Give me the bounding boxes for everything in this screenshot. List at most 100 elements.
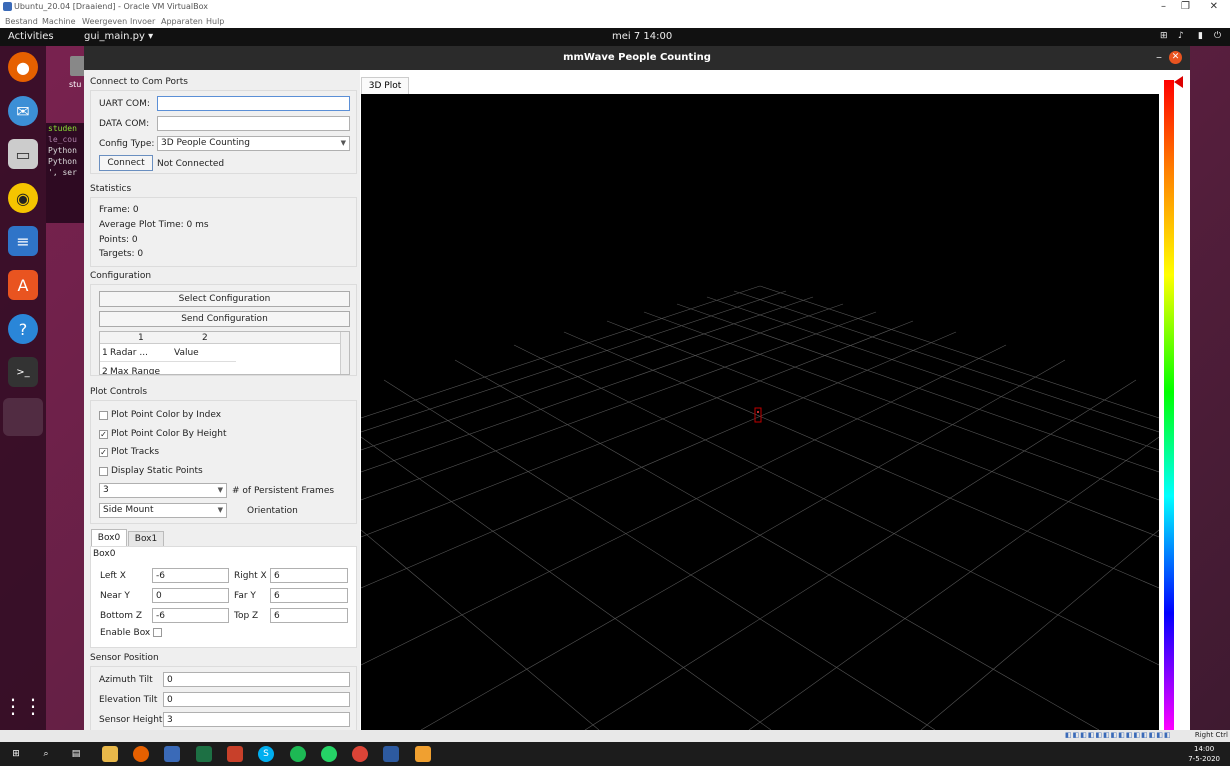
file-explorer-icon[interactable] <box>102 746 118 762</box>
persistent-frames-select[interactable]: 3 ▼ <box>99 483 227 498</box>
elevation-input[interactable] <box>163 692 350 707</box>
activities-button[interactable]: Activities <box>8 31 54 42</box>
clock[interactable]: mei 7 14:00 <box>612 31 672 42</box>
left-x-input[interactable] <box>152 568 229 583</box>
terminal-icon[interactable]: >_ <box>8 357 38 387</box>
volume-icon[interactable]: ♪ <box>1178 31 1184 41</box>
plot-controls-title: Plot Controls <box>90 387 148 397</box>
table-cell[interactable]: Radar ... <box>110 348 148 358</box>
device-status-icons[interactable]: ◧◧◧◧◧◧◧◧◧◧◧◧◧◧ <box>1065 731 1172 739</box>
menu-machine[interactable]: Machine <box>42 17 76 26</box>
enable-box-checkbox[interactable] <box>153 628 162 637</box>
taskbar-clock[interactable]: 14:00 7-5-2020 <box>1188 744 1220 764</box>
search-icon[interactable]: ⌕ <box>38 746 54 762</box>
static-points-checkbox[interactable] <box>99 467 108 476</box>
virtualbox-titlebar: Ubuntu_20.04 [Draaiend] - Oracle VM Virt… <box>0 0 1230 14</box>
select-config-button[interactable]: Select Configuration <box>99 291 350 307</box>
near-y-input[interactable] <box>152 588 229 603</box>
table-cell[interactable]: Value <box>174 348 199 358</box>
table-scrollbar[interactable] <box>340 332 349 374</box>
table-row[interactable]: 2 Max Range <box>100 363 236 375</box>
color-by-height-checkbox[interactable]: ✓ <box>99 430 108 439</box>
sensor-height-input[interactable] <box>163 712 350 727</box>
3d-plot-canvas[interactable] <box>360 94 1160 731</box>
chrome-icon[interactable] <box>352 746 368 762</box>
config-type-select[interactable]: 3D People Counting ▼ <box>157 136 350 151</box>
app-minimize-icon[interactable]: – <box>1156 50 1162 64</box>
files-icon[interactable]: ▭ <box>8 139 38 169</box>
orientation-select[interactable]: Side Mount ▼ <box>99 503 227 518</box>
pdf-icon[interactable] <box>227 746 243 762</box>
connect-button[interactable]: Connect <box>99 155 153 171</box>
points-stat: Points: 0 <box>99 235 138 245</box>
app-menu[interactable]: gui_main.py ▾ <box>84 31 153 42</box>
tab-box0[interactable]: Box0 <box>91 529 127 546</box>
right-x-input[interactable] <box>270 568 348 583</box>
virtualbox-taskbar-icon[interactable] <box>383 746 399 762</box>
firefox-icon[interactable]: ● <box>8 52 38 82</box>
task-view-icon[interactable]: ▤ <box>68 746 84 762</box>
spotify-icon[interactable] <box>290 746 306 762</box>
bottom-z-label: Bottom Z <box>100 611 143 621</box>
color-by-index-checkbox[interactable] <box>99 411 108 420</box>
color-by-index-label: Plot Point Color by Index <box>111 410 222 420</box>
terminal-window[interactable]: studen le_cou Python Python ', ser <box>46 123 86 223</box>
plot-tracks-label: Plot Tracks <box>111 447 160 457</box>
plot-tracks-checkbox[interactable]: ✓ <box>99 448 108 457</box>
menu-weergeven[interactable]: Weergeven <box>82 17 127 26</box>
enable-box-label: Enable Box <box>100 628 151 638</box>
host-key-label: Right Ctrl <box>1194 731 1228 739</box>
help-icon[interactable]: ? <box>8 314 38 344</box>
rhythmbox-icon[interactable]: ◉ <box>8 183 38 213</box>
show-apps-icon[interactable]: ⋮⋮ <box>3 691 43 721</box>
sensor-group: Azimuth Tilt Elevation Tilt Sensor Heigh… <box>90 666 357 730</box>
app-close-icon[interactable]: ✕ <box>1169 51 1182 64</box>
config-table[interactable]: 1 2 1 Radar ... Value 2 Max Range <box>99 331 350 375</box>
tab-3d-plot[interactable]: 3D Plot <box>361 77 409 94</box>
menu-apparaten[interactable]: Apparaten <box>161 17 203 26</box>
tool-icon[interactable] <box>415 746 431 762</box>
writer-icon[interactable]: ≡ <box>8 226 38 256</box>
terminal-line: Python <box>48 146 77 155</box>
minimize-icon[interactable]: – <box>1161 1 1166 12</box>
sensor-group-title: Sensor Position <box>90 653 159 663</box>
color-by-height-label: Plot Point Color By Height <box>111 429 227 439</box>
vscode-icon[interactable] <box>164 746 180 762</box>
menu-hulp[interactable]: Hulp <box>206 17 224 26</box>
windows-start-icon[interactable]: ⊞ <box>8 746 24 762</box>
terminal-line: ', ser <box>48 168 77 177</box>
config-type-label: Config Type: <box>99 139 155 149</box>
stats-group-title: Statistics <box>90 184 132 194</box>
whatsapp-icon[interactable] <box>321 746 337 762</box>
row-number: 2 <box>102 367 108 375</box>
thunderbird-icon[interactable]: ✉ <box>8 96 38 126</box>
virtualbox-icon <box>3 2 12 11</box>
maximize-icon[interactable]: ❐ <box>1181 1 1190 12</box>
firefox-taskbar-icon[interactable] <box>133 746 149 762</box>
ubuntu-topbar: Activities gui_main.py ▾ mei 7 14:00 ⊞ ♪… <box>0 28 1230 46</box>
far-y-input[interactable] <box>270 588 348 603</box>
python-app-icon[interactable] <box>3 398 43 436</box>
uart-input[interactable] <box>157 96 350 111</box>
table-row[interactable]: 1 Radar ... Value <box>100 344 236 362</box>
tab-box1[interactable]: Box1 <box>128 531 164 546</box>
power-icon[interactable]: ⏻ <box>1214 31 1221 41</box>
menu-invoer[interactable]: Invoer <box>130 17 155 26</box>
azimuth-input[interactable] <box>163 672 350 687</box>
frame-stat: Frame: 0 <box>99 205 139 215</box>
table-cell[interactable]: Max Range <box>110 367 160 374</box>
menu-bestand[interactable]: Bestand <box>5 17 38 26</box>
connection-status: Not Connected <box>157 159 225 169</box>
send-config-button[interactable]: Send Configuration <box>99 311 350 327</box>
close-icon[interactable]: ✕ <box>1210 1 1218 12</box>
windows-taskbar: ⊞ ⌕ ▤ S 14:00 7-5-2020 <box>0 742 1230 766</box>
skype-icon[interactable]: S <box>258 746 274 762</box>
data-com-input[interactable] <box>157 116 350 131</box>
top-z-input[interactable] <box>270 608 348 623</box>
orientation-value: Side Mount <box>103 505 154 515</box>
software-icon[interactable]: A <box>8 270 38 300</box>
battery-icon[interactable]: ▮ <box>1198 31 1203 41</box>
network-icon[interactable]: ⊞ <box>1160 31 1168 41</box>
bottom-z-input[interactable] <box>152 608 229 623</box>
excel-icon[interactable] <box>196 746 212 762</box>
